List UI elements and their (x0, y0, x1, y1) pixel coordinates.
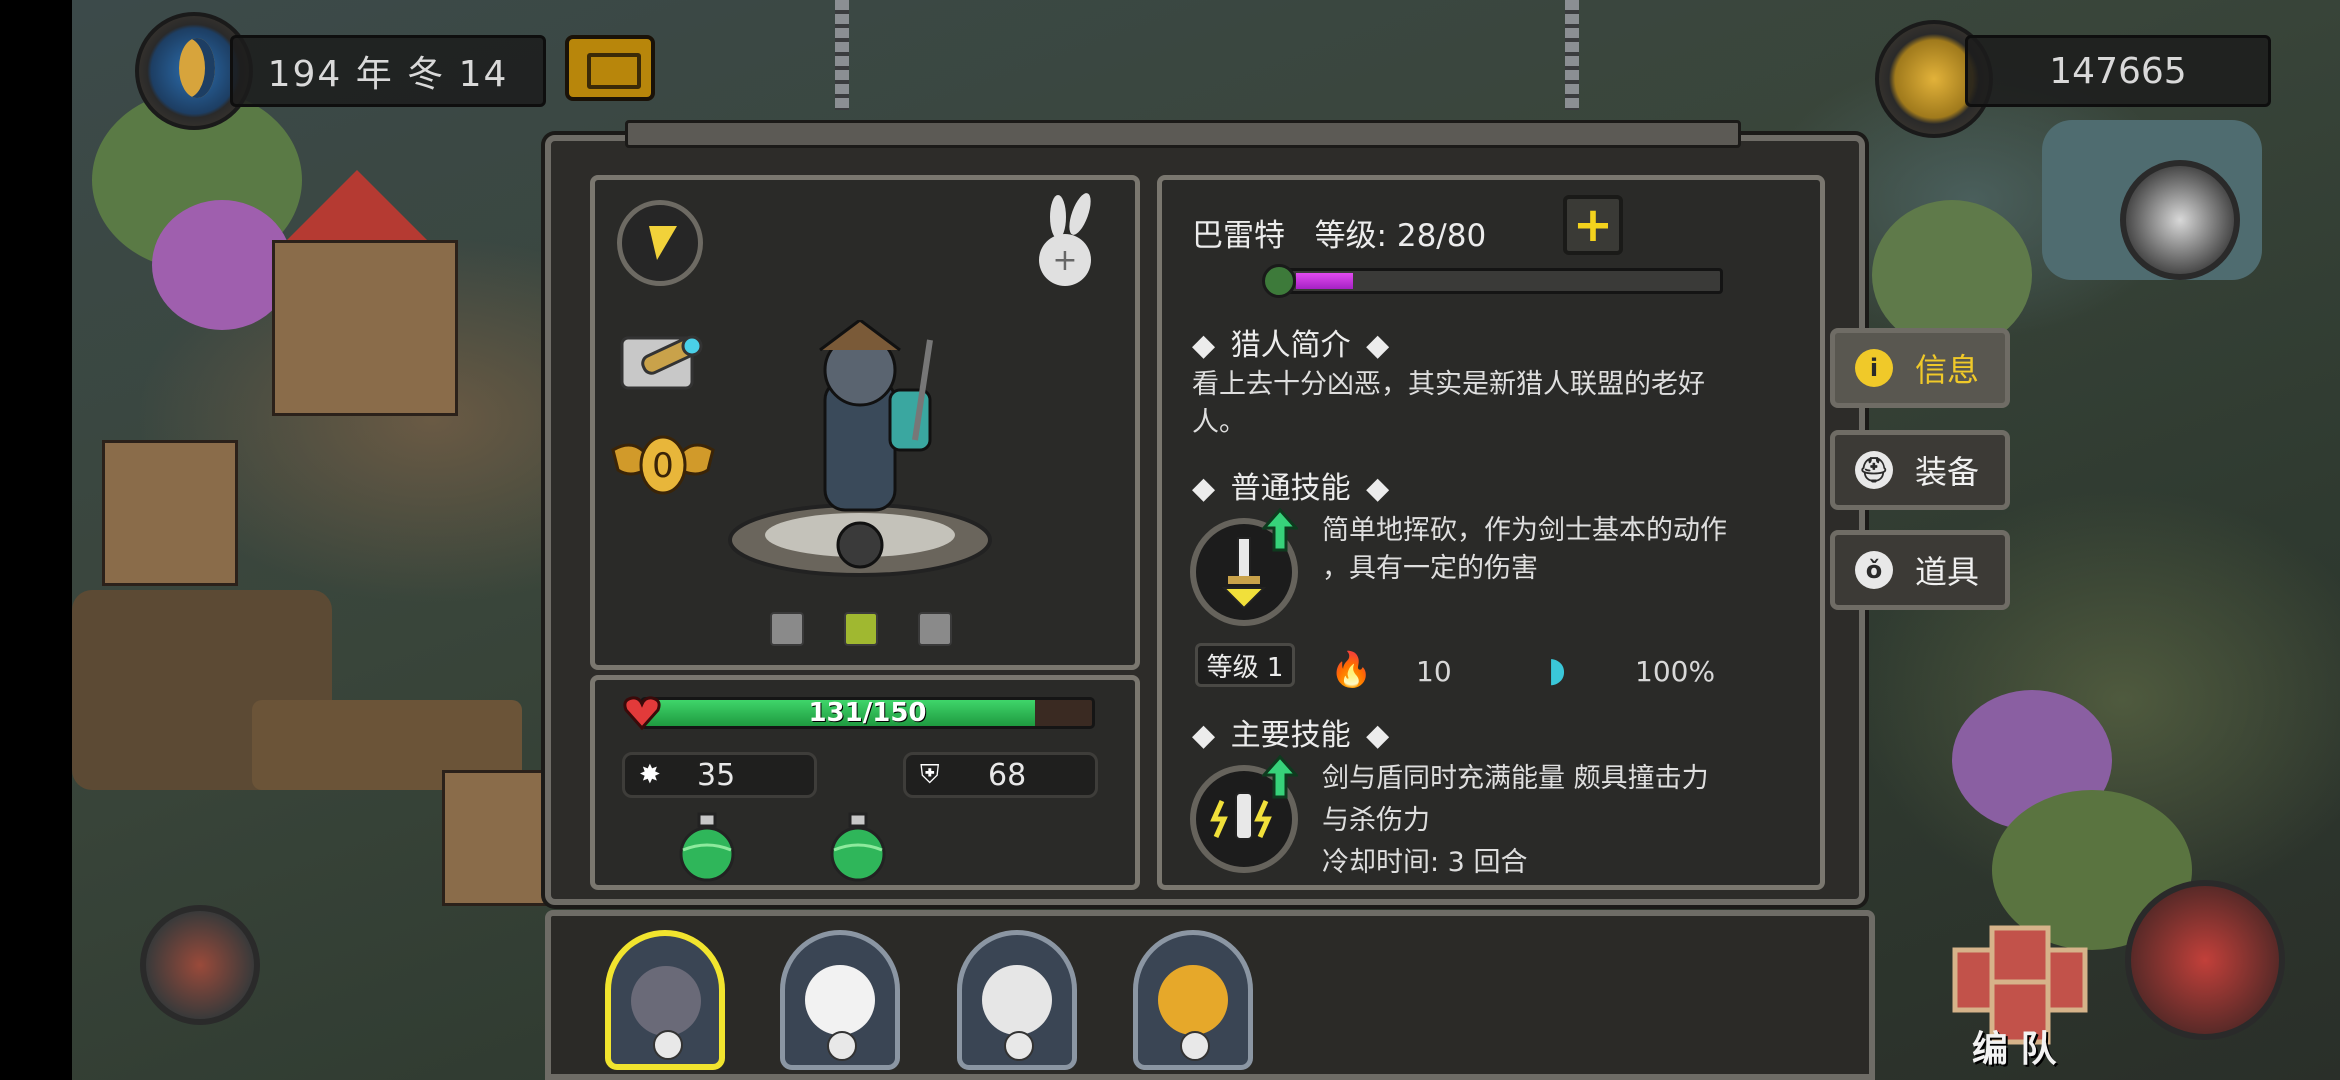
green-potion-icon[interactable] (828, 812, 888, 882)
upgrade-arrow-icon (1262, 508, 1298, 552)
profile-section-title: ◆ 猎人简介 ◆ (1192, 328, 1390, 363)
main-skill-cooldown: 冷却时间: 3 回合 (1322, 847, 1528, 878)
gold-amount: 147665 (2049, 50, 2187, 92)
bison-face (631, 966, 701, 1036)
hero-name: 巴雷特 (1192, 218, 1285, 254)
guild-emblem-button[interactable] (2120, 160, 2240, 280)
xp-bar-fill (1296, 273, 1354, 289)
rank-up-chevron-icon (1262, 264, 1296, 298)
upgrade-arrow-icon (1262, 755, 1298, 799)
panel-top-rail (625, 120, 1741, 148)
rank-wings-icon: 0 (611, 435, 715, 495)
tab-info-label: 信息 (1915, 351, 1980, 389)
team-formation-label: 编 队 (1972, 1029, 2057, 1070)
spyglass-map-icon[interactable] (612, 318, 708, 398)
polar-bear-face (982, 965, 1052, 1035)
role-paw-icon (827, 1031, 857, 1061)
tab-equipment[interactable]: ⛑ 装备 (1830, 430, 2010, 510)
chain-decoration (835, 0, 849, 110)
potion-icon: ǒ (1855, 551, 1893, 589)
main-skill-section-title: ◆ 主要技能 ◆ (1192, 718, 1390, 753)
profile-text: 看上去十分凶恶，其实是新猎人联盟的老好 人。 (1192, 366, 1802, 442)
gold-display: 147665 (1965, 35, 2271, 107)
hp-text: 131/150 (808, 698, 927, 728)
date-display: 194 年 冬 14 (230, 35, 546, 107)
rabbit-add-pet-icon[interactable]: + (1030, 192, 1110, 292)
normal-skill-desc-line: 简单地挥砍，作为剑士基本的动作 (1322, 515, 1727, 546)
main-skill-desc: 剑与盾同时充满能量 颇具撞击力 与杀伤力 冷却时间: 3 回合 (1322, 758, 1812, 884)
date-text: 194 年 冬 14 (267, 54, 509, 95)
calendar-ticket-button[interactable] (565, 35, 655, 101)
tab-info[interactable]: i 信息 (1830, 328, 2010, 408)
equip-slot-1[interactable] (770, 612, 804, 646)
hunter-portrait-polar-bear[interactable] (957, 930, 1077, 1070)
rank-value: 0 (652, 446, 674, 486)
house-decoration (102, 440, 238, 586)
profile-text-line: 看上去十分凶恶，其实是新猎人联盟的老好 (1192, 369, 1705, 400)
attack-burst-icon: ✸ (639, 760, 661, 790)
equip-slot-3[interactable] (918, 612, 952, 646)
eagle-face (805, 965, 875, 1035)
screen-edge (0, 0, 72, 1080)
class-bolt-icon (617, 200, 703, 286)
attack-value: 35 (697, 757, 736, 793)
hero-level: 等级: 28/80 (1314, 218, 1487, 254)
hunter-portrait-bison[interactable] (605, 930, 725, 1070)
hp-bar: 131/150 (640, 697, 1095, 729)
equipment-slot-row (770, 612, 952, 646)
xp-bar (1275, 268, 1723, 294)
home-building-button[interactable] (140, 905, 260, 1025)
profile-title: 猎人简介 (1230, 328, 1351, 363)
hero-name-level: 巴雷特 等级: 28/80 (1192, 210, 1486, 255)
svg-text:+: + (1052, 243, 1077, 278)
hero-character-figure (728, 320, 992, 577)
accuracy-icon: ◗ (1548, 650, 1566, 690)
green-potion-icon[interactable] (677, 812, 737, 882)
knight-shield-button[interactable] (2125, 880, 2285, 1040)
skill-cost-value: 10 (1416, 655, 1452, 688)
leopard-face (1158, 965, 1228, 1035)
defense-shield-icon: ⛨ (920, 759, 940, 790)
main-skill-title: 主要技能 (1230, 718, 1351, 753)
tree-decoration (152, 200, 292, 330)
normal-skill-section-title: ◆ 普通技能 ◆ (1192, 471, 1390, 506)
heart-icon (623, 696, 661, 731)
info-icon: i (1855, 349, 1893, 387)
tab-items[interactable]: ǒ 道具 (1830, 530, 2010, 610)
role-shield-icon (653, 1030, 683, 1060)
main-skill-desc-line: 剑与盾同时充满能量 颇具撞击力 (1322, 763, 1709, 794)
main-skill-desc-line: 与杀伤力 (1322, 805, 1430, 836)
normal-skill-title: 普通技能 (1230, 471, 1351, 506)
skill-accuracy-value: 100% (1635, 655, 1716, 688)
chain-decoration (1565, 0, 1579, 110)
helmet-icon: ⛑ (1855, 451, 1893, 489)
roof-decoration (287, 170, 427, 240)
level-up-plus-button[interactable]: + (1563, 195, 1623, 255)
profile-text-line: 人。 (1192, 407, 1246, 438)
equip-slot-2[interactable] (844, 612, 878, 646)
skill-level-tag: 等级 1 (1195, 643, 1295, 687)
hunter-portrait-leopard[interactable] (1133, 930, 1253, 1070)
role-check-icon (1180, 1031, 1210, 1061)
hunter-portrait-eagle[interactable] (780, 930, 900, 1070)
role-bolt-icon (1004, 1031, 1034, 1061)
normal-skill-desc: 简单地挥砍，作为剑士基本的动作 ，具有一定的伤害 (1322, 512, 1812, 588)
defense-stat: ⛨ 68 (903, 752, 1098, 798)
tab-equipment-label: 装备 (1915, 453, 1980, 491)
defense-value: 68 (988, 757, 1027, 793)
house-decoration (272, 240, 458, 416)
normal-skill-desc-line: ，具有一定的伤害 (1322, 553, 1538, 584)
tab-items-label: 道具 (1915, 553, 1980, 591)
attack-stat: ✸ 35 (622, 752, 817, 798)
flame-cost-icon: 🔥 (1330, 650, 1373, 690)
